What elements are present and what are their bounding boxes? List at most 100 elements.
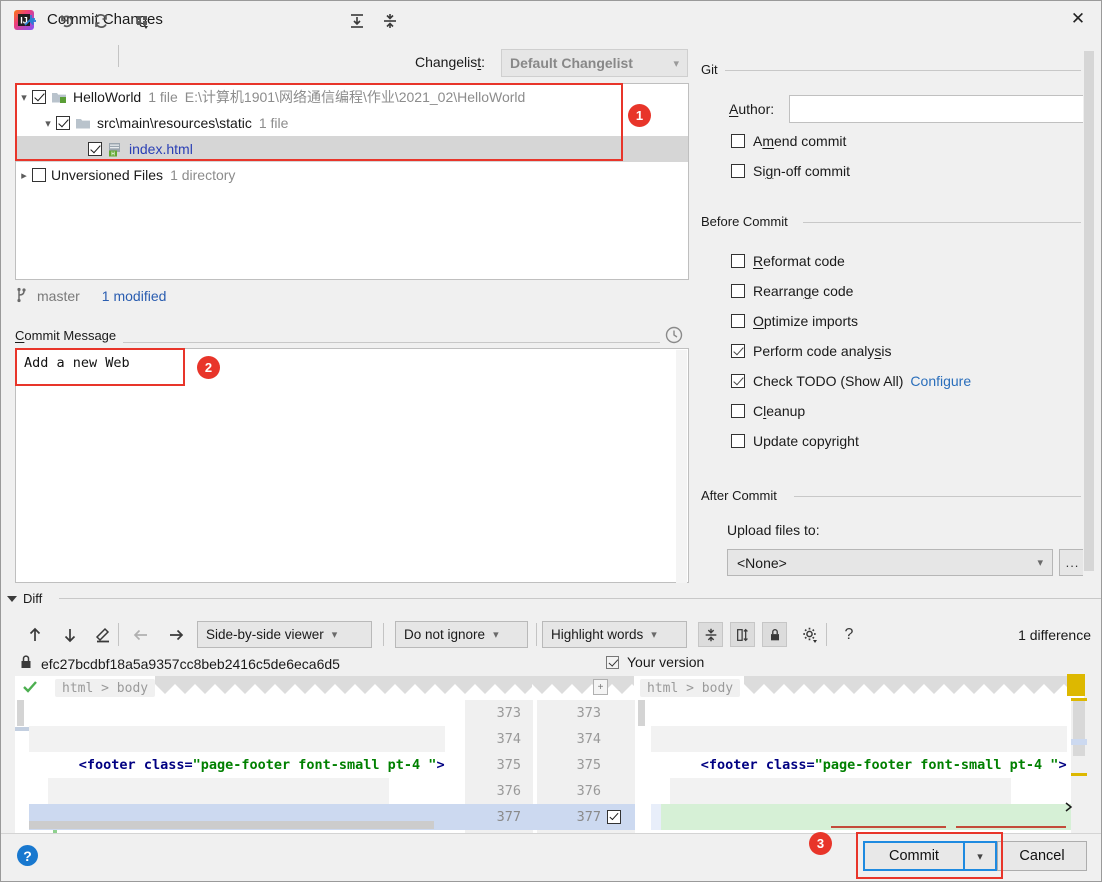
- cleanup-checkbox[interactable]: [731, 404, 745, 418]
- upload-target-dropdown[interactable]: <None> ▾: [727, 549, 1053, 576]
- check-todo-checkbox-row[interactable]: Check TODO (Show All) Configure: [731, 373, 971, 389]
- chevron-down-icon[interactable]: ▾: [40, 117, 56, 130]
- tree-row[interactable]: ▸ Unversioned Files 1 directory: [16, 162, 688, 188]
- diff-settings-gear-icon[interactable]: [798, 623, 822, 647]
- title-bar: IJ Commit Changes ✕: [1, 1, 1101, 38]
- highlight-mode-value: Highlight words: [551, 627, 644, 642]
- left-breadcrumb-bar: html > body: [15, 676, 532, 700]
- check-todo-checkbox[interactable]: [731, 374, 745, 388]
- right-code-pane[interactable]: <!-- Footer --> <footer class="page-foot…: [651, 700, 1071, 833]
- collapse-to-selection-icon[interactable]: [19, 9, 43, 33]
- commit-message-input[interactable]: Add a new Web: [15, 348, 689, 583]
- tree-row[interactable]: H index.html: [16, 136, 688, 162]
- update-copyright-checkbox-row[interactable]: Update copyright: [731, 433, 859, 449]
- revision-hash-row: efc27bcdbf18a5a9357cc8beb2416c5de6eca6d5: [19, 654, 340, 673]
- previous-difference-icon[interactable]: [23, 623, 47, 647]
- tree-item-meta: 1 file: [148, 89, 178, 105]
- optimize-imports-checkbox[interactable]: [731, 314, 745, 328]
- left-code-hscrollbar[interactable]: [29, 821, 434, 829]
- file-checkbox[interactable]: [56, 116, 70, 130]
- tree-item-meta: 1 file: [258, 115, 289, 131]
- diff-ok-check-icon: [21, 678, 39, 699]
- update-copyright-checkbox[interactable]: [731, 434, 745, 448]
- revision-hash: efc27bcdbf18a5a9357cc8beb2416c5de6eca6d5: [41, 655, 340, 672]
- tree-row[interactable]: ▾ HelloWorld 1 file E:\计算机1901\网络通信编程\作业…: [16, 84, 688, 110]
- difference-count: 1 difference: [1018, 627, 1091, 643]
- file-checkbox[interactable]: [32, 90, 46, 104]
- cancel-button[interactable]: Cancel: [997, 841, 1087, 871]
- sign-off-commit-checkbox-row[interactable]: Sign-off commit: [731, 163, 850, 179]
- tree-row[interactable]: ▾ src\main\resources\static 1 file: [16, 110, 688, 136]
- collapse-unchanged-icon[interactable]: [698, 622, 723, 647]
- commit-dropdown-arrow-icon[interactable]: ▾: [965, 841, 997, 871]
- chevron-right-icon[interactable]: ▸: [16, 169, 32, 182]
- optimize-imports-checkbox-row[interactable]: Optimize imports: [731, 313, 858, 329]
- expand-collapse-diff-icon[interactable]: +: [593, 679, 608, 695]
- amend-commit-checkbox[interactable]: [731, 134, 745, 148]
- rearrange-code-checkbox-row[interactable]: Rearrange code: [731, 283, 853, 299]
- commit-message-scrollbar[interactable]: [676, 350, 687, 583]
- line-number: 375: [576, 757, 601, 773]
- clock-icon[interactable]: [664, 325, 684, 345]
- commit-button[interactable]: Commit: [863, 841, 965, 871]
- branch-name: master: [37, 288, 80, 304]
- apply-right-icon[interactable]: [164, 623, 188, 647]
- next-difference-icon[interactable]: [58, 623, 82, 647]
- sign-off-commit-checkbox[interactable]: [731, 164, 745, 178]
- right-code-vscrollbar[interactable]: [1073, 701, 1085, 756]
- chevron-down-icon[interactable]: ▾: [16, 91, 32, 104]
- expand-all-icon[interactable]: [345, 9, 369, 33]
- reformat-code-checkbox-row[interactable]: Reformat code: [731, 253, 845, 269]
- help-icon[interactable]: ?: [17, 845, 38, 866]
- changed-files-tree[interactable]: ▾ HelloWorld 1 file E:\计算机1901\网络通信编程\作业…: [15, 83, 689, 280]
- annotation-badge-2: 2: [197, 356, 220, 379]
- edit-source-icon[interactable]: [91, 623, 115, 647]
- browse-upload-target-button[interactable]: ...: [1059, 549, 1086, 576]
- collapse-all-icon[interactable]: [378, 9, 402, 33]
- modified-count[interactable]: 1 modified: [102, 288, 167, 304]
- left-line-numbers: 373 374 375 376 377: [465, 700, 533, 833]
- code-line: <div class="container text-center ">: [670, 778, 1012, 825]
- file-checkbox[interactable]: [32, 168, 46, 182]
- file-checkbox[interactable]: [88, 142, 102, 156]
- viewer-mode-value: Side-by-side viewer: [206, 627, 324, 642]
- line-number: 376: [576, 783, 601, 799]
- collapse-diff-icon[interactable]: [7, 596, 17, 602]
- ignore-mode-dropdown[interactable]: Do not ignore ▾: [395, 621, 528, 648]
- your-version-label: Your version: [627, 654, 705, 670]
- close-icon[interactable]: ✕: [1055, 1, 1101, 37]
- synchronize-scroll-icon[interactable]: [730, 622, 755, 647]
- right-breadcrumb-bar: html > body: [634, 676, 1084, 700]
- read-only-lock-icon[interactable]: [762, 622, 787, 647]
- refresh-icon[interactable]: [89, 9, 113, 33]
- configure-link[interactable]: Configure: [910, 373, 971, 389]
- changelist-dropdown[interactable]: Default Changelist ▾: [501, 49, 688, 77]
- line-number: 377: [496, 809, 521, 825]
- rearrange-code-checkbox[interactable]: [731, 284, 745, 298]
- line-number: 374: [496, 731, 521, 747]
- right-breadcrumb[interactable]: html > body: [640, 679, 741, 697]
- ignore-mode-value: Do not ignore: [404, 627, 486, 642]
- perform-code-analysis-checkbox[interactable]: [731, 344, 745, 358]
- your-version-row[interactable]: Your version: [606, 654, 704, 670]
- left-code-pane[interactable]: <!-- Footer --> <footer class="page-foot…: [29, 700, 465, 833]
- cleanup-checkbox-row[interactable]: Cleanup: [731, 403, 805, 419]
- group-by-icon[interactable]: [131, 9, 155, 33]
- viewer-mode-dropdown[interactable]: Side-by-side viewer ▾: [197, 621, 372, 648]
- revert-icon[interactable]: [55, 9, 79, 33]
- amend-commit-checkbox-row[interactable]: Amend commit: [731, 133, 846, 149]
- your-version-checkbox[interactable]: [606, 655, 619, 669]
- scrollbar-thumb[interactable]: [1084, 51, 1094, 571]
- left-breadcrumb[interactable]: html > body: [55, 679, 156, 697]
- upload-target-value: <None>: [737, 554, 787, 571]
- reformat-code-checkbox[interactable]: [731, 254, 745, 268]
- highlight-mode-dropdown[interactable]: Highlight words ▾: [542, 621, 687, 648]
- apply-left-icon[interactable]: [129, 623, 153, 647]
- chevron-down-icon: ▾: [673, 57, 679, 70]
- git-section-legend: Git: [701, 62, 725, 77]
- right-panel-scrollbar[interactable]: [1083, 49, 1095, 577]
- perform-code-analysis-checkbox-row[interactable]: Perform code analysis: [731, 343, 892, 359]
- author-field[interactable]: [789, 95, 1084, 123]
- accept-change-checkbox[interactable]: [607, 810, 621, 824]
- diff-help-icon[interactable]: ?: [837, 623, 861, 647]
